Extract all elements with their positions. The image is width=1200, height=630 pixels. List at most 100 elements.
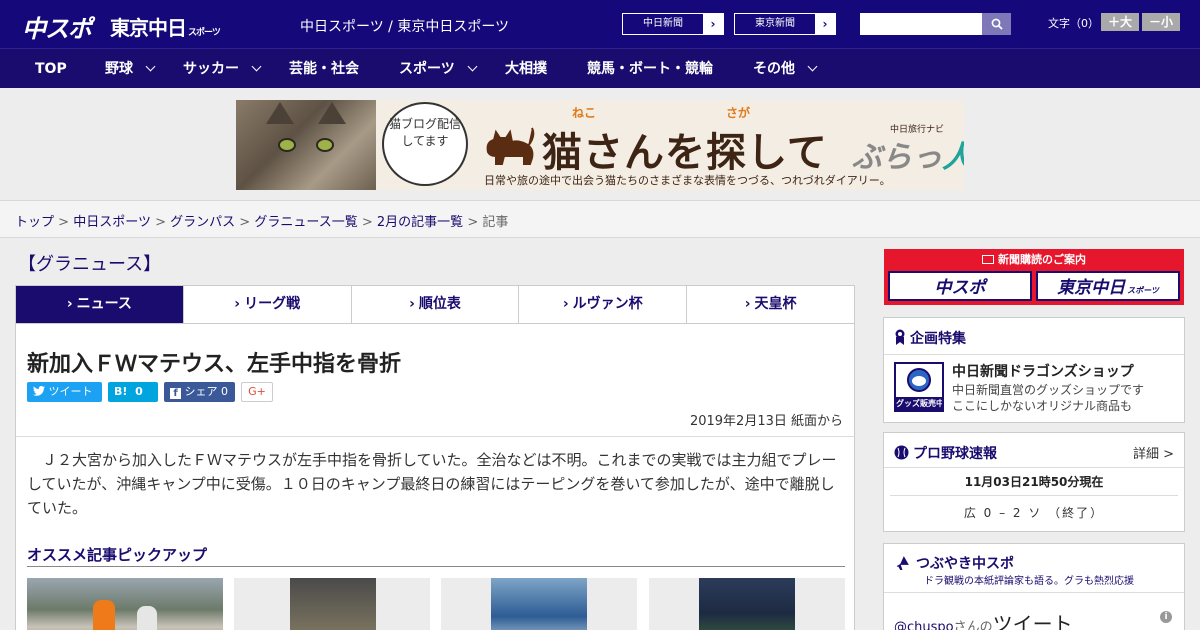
cat-photo (236, 100, 376, 190)
breadcrumb-separator: > (155, 215, 166, 230)
nav-item-sports[interactable]: スポーツ (399, 49, 478, 89)
cat-eye (316, 138, 334, 152)
tokyo-shinbun-label: 東京新聞 (755, 18, 795, 29)
cat-blog-banner[interactable]: 猫ブログ配信してます ねこ さが 猫さんを探して 日常や旅の途中で出会う猫たちの… (236, 100, 964, 190)
search-input[interactable] (860, 13, 982, 35)
breadcrumb-link[interactable]: トップ (15, 215, 54, 230)
tokyo-shinbun-link[interactable]: 東京新聞 › (734, 13, 836, 35)
desc-line: ここにしかないオリジナル商品も (952, 399, 1133, 413)
tokyo-logo-small: スポーツ (188, 28, 221, 38)
twitter-card: つぶやき中スポ ドラ観戦の本紙評論家も語る。グラも熱烈応援 @chuspoさんの… (883, 543, 1185, 630)
twitter-handle[interactable]: @chuspo (894, 620, 954, 630)
chunichi-shinbun-label: 中日新聞 (643, 18, 683, 29)
font-smaller-button[interactable]: －小 (1142, 13, 1180, 31)
baseball-game-score[interactable]: 広 0 – 2 ソ （終了） (884, 504, 1184, 521)
pickup-thumbnail[interactable] (27, 578, 223, 630)
bubble-text: 猫ブログ配信してます (388, 117, 461, 148)
chevron-right-icon: › (409, 296, 415, 312)
tab-standings[interactable]: › 順位表 (350, 286, 519, 323)
pickup-thumbnail[interactable] (234, 578, 430, 630)
pickup-thumbnail[interactable] (649, 578, 845, 630)
desc-line: 中日新聞直営のグッズショップです (952, 383, 1145, 397)
hatena-icon: B! (114, 385, 128, 398)
divider (884, 354, 1184, 355)
nav-label: 芸能・社会 (289, 61, 359, 77)
main-nav: TOP 野球 サッカー 芸能・社会 スポーツ 大相撲 競馬・ボート・競輪 その他 (0, 48, 1200, 88)
hatena-button[interactable]: B! 0 (108, 382, 158, 402)
banner-ruby-saga: さが (726, 106, 751, 120)
newspaper-icon (982, 255, 994, 264)
font-size-label: 文字（0） (1048, 17, 1099, 30)
chevron-right-icon: › (815, 14, 835, 34)
baseball-scores-title: プロ野球速報 (894, 443, 997, 463)
tab-news[interactable]: › ニュース (16, 286, 183, 323)
divider (890, 495, 1178, 496)
divider (16, 436, 854, 437)
baseball-icon (894, 445, 909, 460)
player-photo (699, 578, 795, 630)
breadcrumb-separator: > (361, 215, 373, 230)
ribbon-icon (895, 329, 905, 345)
tab-levain-cup[interactable]: › ルヴァン杯 (518, 286, 686, 323)
tokyo-sub-small: スポーツ (1127, 286, 1159, 295)
breadcrumb-link[interactable]: グラニュース一覧 (254, 215, 357, 230)
nav-label: 大相撲 (505, 61, 547, 77)
tokyo-chunichi-subscribe-logo[interactable]: 東京中日 スポーツ (1036, 271, 1180, 301)
banner-ruby-neko: ねこ (572, 106, 597, 120)
chevron-right-icon: › (703, 14, 723, 34)
twitter-card-title: つぶやき中スポ (894, 553, 1014, 573)
nav-label: 野球 (105, 61, 133, 77)
twitter-bird-icon (33, 386, 45, 396)
chuspo-logo[interactable]: 中スポ (22, 9, 92, 44)
breadcrumb-link[interactable]: グランパス (170, 215, 235, 230)
tokyo-logo-text: 東京中日 (110, 16, 187, 40)
twitter-subtitle: ドラ観戦の本紙評論家も語る。グラも熱烈応援 (924, 576, 1134, 587)
breadcrumb-link[interactable]: 中日スポーツ (73, 215, 151, 230)
baseball-title-text: プロ野球速報 (913, 446, 997, 462)
gplus-button[interactable]: G+ (241, 382, 273, 402)
special-features-title: 企画特集 (894, 328, 966, 348)
subscription-box[interactable]: 新聞購読のご案内 中スポ 東京中日 スポーツ (884, 249, 1184, 305)
banner-subtitle: 日常や旅の途中で出会う猫たちのさまざまな表情をつづる、つれづれダイアリー。 (484, 174, 891, 187)
tweet-button[interactable]: ツイート (27, 382, 102, 402)
tokyo-chunichi-logo[interactable]: 東京中日 スポーツ (110, 12, 221, 41)
baseball-detail-link[interactable]: 詳細 > (1133, 443, 1174, 462)
chevron-down-icon (467, 61, 478, 72)
font-larger-button[interactable]: ＋大 (1101, 13, 1139, 31)
mascot-face (912, 376, 926, 386)
breadcrumb-separator: > (239, 215, 251, 230)
nav-item-soccer[interactable]: サッカー (183, 49, 262, 89)
tab-emperors-cup[interactable]: › 天皇杯 (686, 286, 854, 323)
chevron-down-icon (251, 61, 262, 72)
subscription-title: 新聞購読のご案内 (884, 251, 1184, 267)
twitter-handle-suffix: さんの (953, 620, 993, 630)
breadcrumb-current: 記事 (482, 215, 509, 230)
nav-item-others[interactable]: その他 (753, 49, 818, 89)
cat-ear (266, 102, 294, 124)
nav-item-entertainment[interactable]: 芸能・社会 (289, 49, 359, 89)
search-button[interactable] (982, 13, 1011, 35)
player-figure (93, 600, 115, 630)
pickup-heading: オススメ記事ピックアップ (27, 546, 208, 564)
chuspo-subscribe-logo[interactable]: 中スポ (888, 271, 1032, 301)
info-icon[interactable]: i (1160, 611, 1172, 623)
nav-item-baseball[interactable]: 野球 (105, 49, 156, 89)
nav-item-top[interactable]: TOP (35, 49, 67, 89)
divider (884, 592, 1184, 593)
dragons-shop-desc: 中日新聞直営のグッズショップです ここにしかないオリジナル商品も (952, 382, 1144, 414)
breadcrumb-separator: > (467, 215, 479, 230)
dragons-shop-thumbnail[interactable]: グッズ販売中 (894, 362, 944, 412)
site-title[interactable]: 中日スポーツ / 東京中日スポーツ (300, 16, 509, 36)
dragons-shop-link[interactable]: 中日新聞ドラゴンズショップ (952, 361, 1134, 381)
tab-league[interactable]: › リーグ戦 (182, 286, 351, 323)
tab-label: リーグ戦 (244, 296, 301, 312)
breadcrumb: トップ > 中日スポーツ > グランパス > グラニュース一覧 > 2月の記事一… (15, 211, 508, 230)
facebook-share-button[interactable]: f シェア 0 (164, 382, 235, 402)
nav-item-sumo[interactable]: 大相撲 (505, 49, 547, 89)
chevron-right-icon: › (562, 296, 569, 312)
nav-item-keiba[interactable]: 競馬・ボート・競輪 (587, 49, 713, 89)
pickup-thumbnail[interactable] (441, 578, 637, 630)
chunichi-shinbun-link[interactable]: 中日新聞 › (622, 13, 724, 35)
cat-ear (318, 102, 346, 124)
breadcrumb-link[interactable]: 2月の記事一覧 (377, 215, 463, 230)
